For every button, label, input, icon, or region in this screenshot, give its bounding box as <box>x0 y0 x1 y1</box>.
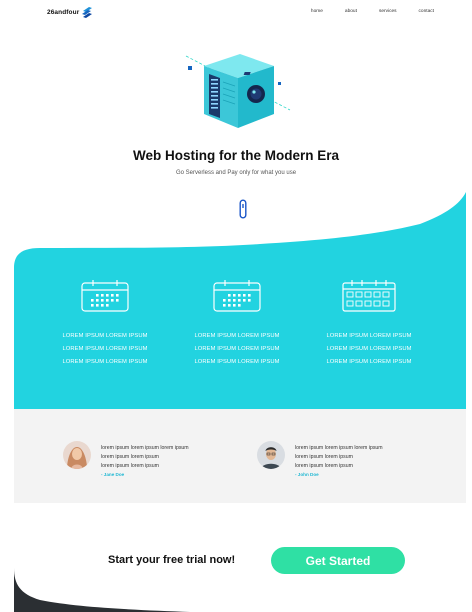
feature-line: LOREM IPSUM LOREM IPSUM <box>62 333 148 339</box>
feature-card: LOREM IPSUM LOREM IPSUM LOREM IPSUM LORE… <box>177 280 297 368</box>
testimonial-author: - John Doe <box>295 471 319 477</box>
features-section: LOREM IPSUM LOREM IPSUM LOREM IPSUM LORE… <box>14 280 466 410</box>
feature-card: LOREM IPSUM LOREM IPSUM LOREM IPSUM LORE… <box>45 280 165 368</box>
testimonial-author: - Jane Doe <box>101 471 125 477</box>
feature-text: LOREM IPSUM LOREM IPSUM LOREM IPSUM LORE… <box>309 330 429 368</box>
avatar <box>63 441 91 469</box>
nav-link-contact[interactable]: contact <box>419 9 434 14</box>
testimonial-body: lorem ipsum lorem ipsum lorem ipsum lore… <box>101 444 189 477</box>
brand-name: 26andfour <box>47 8 80 16</box>
testimonial-quote: lorem ipsum lorem ipsum lorem ipsum lore… <box>101 444 189 472</box>
quote-line: lorem ipsum lorem ipsum <box>295 454 353 461</box>
nav-link-about[interactable]: about <box>345 9 357 14</box>
testimonials-section: lorem ipsum lorem ipsum lorem ipsum lore… <box>14 409 466 503</box>
quote-line: lorem ipsum lorem ipsum <box>101 454 159 461</box>
nav-link-home[interactable]: home <box>311 9 323 14</box>
testimonial: lorem ipsum lorem ipsum lorem ipsum lore… <box>63 441 189 477</box>
logo-icon <box>82 7 93 18</box>
quote-line: lorem ipsum lorem ipsum <box>101 463 159 470</box>
top-nav: 26andfour home about services contact <box>0 0 472 24</box>
nav-links: home about services contact <box>311 9 434 14</box>
brand-logo[interactable]: 26andfour <box>47 6 93 18</box>
quote-line: lorem ipsum lorem ipsum lorem ipsum <box>295 445 383 451</box>
feature-line: LOREM IPSUM LOREM IPSUM <box>194 333 280 339</box>
feature-line: LOREM IPSUM LOREM IPSUM <box>194 345 280 352</box>
feature-card: LOREM IPSUM LOREM IPSUM LOREM IPSUM LORE… <box>309 280 429 368</box>
feature-line: LOREM IPSUM LOREM IPSUM <box>62 345 148 352</box>
cta-text: Start your free trial now! <box>108 554 236 566</box>
calendar-grid-icon <box>342 280 396 312</box>
testimonial-body: lorem ipsum lorem ipsum lorem ipsum lore… <box>295 444 383 477</box>
hero-title: Web Hosting for the Modern Era <box>132 148 339 163</box>
calendar-icon <box>81 280 129 312</box>
feature-line: LOREM IPSUM LOREM IPSUM <box>326 345 412 352</box>
quote-line: lorem ipsum lorem ipsum lorem ipsum <box>101 445 189 451</box>
get-started-button[interactable]: Get Started <box>271 547 405 574</box>
feature-line: LOREM IPSUM LOREM IPSUM <box>194 358 280 365</box>
testimonial: lorem ipsum lorem ipsum lorem ipsum lore… <box>257 441 383 477</box>
feature-line: LOREM IPSUM LOREM IPSUM <box>326 358 412 365</box>
feature-text: LOREM IPSUM LOREM IPSUM LOREM IPSUM LORE… <box>177 330 297 368</box>
feature-text: LOREM IPSUM LOREM IPSUM LOREM IPSUM LORE… <box>45 330 165 368</box>
avatar <box>257 441 285 469</box>
calendar-icon <box>213 280 261 312</box>
feature-line: LOREM IPSUM LOREM IPSUM <box>62 358 148 365</box>
testimonial-quote: lorem ipsum lorem ipsum lorem ipsum lore… <box>295 444 383 472</box>
hero-subtitle: Go Serverless and Pay only for what you … <box>175 170 297 176</box>
feature-line: LOREM IPSUM LOREM IPSUM <box>326 333 412 339</box>
quote-line: lorem ipsum lorem ipsum <box>295 463 353 470</box>
nav-link-services[interactable]: services <box>379 9 397 14</box>
server-illustration <box>185 54 291 128</box>
